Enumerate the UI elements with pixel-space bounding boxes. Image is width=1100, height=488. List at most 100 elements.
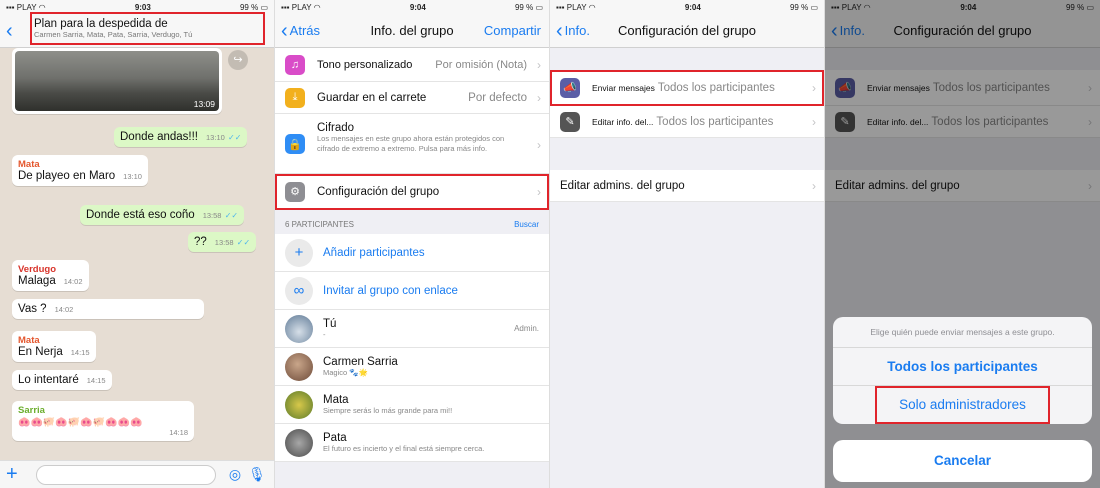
row-group-settings[interactable]: ⚙ Configuración del grupo ›	[275, 174, 549, 210]
chevron-left-icon: ‹	[281, 19, 288, 42]
info-list: ♫ Tono personalizado Por omisión (Nota) …	[275, 48, 549, 488]
message-text: Vas ?	[18, 303, 47, 315]
carrier: ▪▪▪ PLAY ◠	[6, 2, 46, 12]
chevron-left-icon: ‹	[6, 19, 13, 42]
message-out[interactable]: Donde está eso coño 13:58 ✓✓	[80, 205, 245, 225]
chevron-right-icon: ›	[537, 184, 541, 199]
action-sheet-message: Elige quién puede enviar mensajes a este…	[833, 317, 1092, 348]
chevron-right-icon: ›	[537, 57, 541, 72]
microphone-icon[interactable]: 🎙	[246, 466, 268, 483]
plus-icon[interactable]: +	[6, 463, 28, 486]
message-text: Donde andas!!!	[120, 131, 199, 143]
row-label: Guardar en el carrete	[317, 91, 427, 104]
message-in[interactable]: Sarria 🐽🐽🐖🐽🐖🐽🐖🐽🐽🐽 14:18	[12, 401, 194, 441]
row-edit-admins[interactable]: Editar admins. del grupo ›	[550, 170, 824, 202]
settings-list: 📣 Enviar mensajes Todos los participante…	[550, 48, 824, 488]
sender-name: Verdugo	[18, 264, 57, 275]
chevron-left-icon: ‹	[556, 19, 563, 42]
chevron-right-icon: ›	[537, 90, 541, 105]
group-name: Plan para la despedida de	[34, 18, 168, 30]
message-text: Malaga	[18, 275, 56, 287]
photo-message[interactable]: 13:09	[12, 48, 222, 114]
battery: 99 % ▭	[789, 2, 818, 12]
message-text: Lo intentaré	[18, 374, 79, 386]
option-all-participants[interactable]: Todos los participantes	[833, 348, 1092, 386]
row-edit-info[interactable]: ✎ Editar info. del... Todos los particip…	[550, 106, 824, 138]
cancel-button[interactable]: Cancelar	[833, 440, 1092, 482]
row-save-camera-roll[interactable]: ⤓ Guardar en el carrete Por defecto ›	[275, 82, 549, 114]
forward-icon[interactable]: ↪	[228, 50, 248, 70]
double-check-icon: ✓✓	[228, 133, 242, 142]
row-subtitle: Los mensajes en este grupo ahora están p…	[317, 134, 505, 153]
participants-count: 6 PARTICIPANTES	[285, 220, 354, 229]
avatar	[285, 314, 313, 343]
participant-name: Pata	[323, 431, 347, 444]
double-check-icon: ✓✓	[224, 211, 239, 220]
battery: 99 % ▭	[514, 2, 543, 12]
group-header[interactable]: Plan para la despedida de Carmen Sarria,…	[30, 12, 265, 45]
clock: 9:04	[684, 2, 701, 12]
participant-status: Siempre serás lo más grande para mi!!	[323, 405, 453, 415]
message-time: 13:10	[123, 172, 142, 181]
input-bar: + ◎ 🎙	[0, 460, 274, 488]
message-in[interactable]: Mata En Nerja 14:15	[12, 331, 96, 362]
message-time: 14:02	[54, 305, 74, 314]
message-time: 14:18	[169, 428, 188, 437]
lock-icon: 🔒	[285, 134, 305, 154]
chat-screen: ▪▪▪ PLAY ◠ 9:03 99 % ▭ ‹ Plan para la de…	[0, 0, 275, 488]
participant-row[interactable]: Pata El futuro es incierto y el final es…	[275, 424, 549, 462]
row-tone[interactable]: ♫ Tono personalizado Por omisión (Nota) …	[275, 48, 549, 82]
message-in[interactable]: Verdugo Malaga 14:02	[12, 260, 89, 291]
message-time: 13:10	[206, 133, 225, 142]
photo-time: 13:09	[193, 99, 215, 109]
message-in[interactable]: Lo intentaré 14:15	[12, 370, 112, 390]
chevron-right-icon: ›	[812, 114, 816, 129]
add-participants-button[interactable]: + Añadir participantes	[275, 234, 549, 272]
camera-icon[interactable]: ◎	[224, 466, 246, 483]
participant-status: El futuro es incierto y el final está si…	[323, 443, 485, 453]
invite-link-button[interactable]: ∞ Invitar al grupo con enlace	[275, 272, 549, 310]
link-icon: ∞	[285, 276, 313, 305]
participant-row[interactable]: Tú - Admin.	[275, 310, 549, 348]
row-encryption[interactable]: 🔒 Cifrado Los mensajes en este grupo aho…	[275, 114, 549, 174]
back-button[interactable]: ‹	[0, 21, 15, 41]
message-time: 14:15	[86, 376, 106, 385]
row-value: Por omisión (Nota)	[435, 58, 527, 71]
action-sheet: Elige quién puede enviar mensajes a este…	[833, 317, 1092, 424]
avatar	[285, 352, 313, 381]
participant-name: Tú	[323, 317, 337, 330]
message-text: 🐽🐽🐖🐽🐖🐽🐖🐽🐽🐽	[18, 417, 143, 428]
message-in[interactable]: Mata De playeo en Maro 13:10	[12, 155, 148, 186]
message-out[interactable]: ?? 13:58 ✓✓	[188, 232, 257, 252]
row-label: Configuración del grupo	[317, 185, 440, 198]
row-value: Todos los participantes	[657, 81, 775, 94]
participant-row[interactable]: Mata Siempre serás lo más grande para mi…	[275, 386, 549, 424]
participant-row[interactable]: Carmen Sarria Magico 🐾🌟	[275, 348, 549, 386]
message-in[interactable]: Vas ? 14:02	[12, 299, 204, 319]
participant-name: Mata	[323, 393, 349, 406]
beach-photo: 13:09	[15, 51, 219, 111]
send-messages-action-screen: ▪▪▪ PLAY ◠ 9:04 99 % ▭ ‹ Info. Configurac…	[825, 0, 1100, 488]
share-button[interactable]: Compartir	[484, 23, 541, 38]
plus-icon: +	[285, 238, 313, 267]
nav-bar: ‹ Info. Configuración del grupo	[550, 14, 824, 48]
back-button[interactable]: ‹ Info.	[550, 21, 590, 41]
participant-status: -	[323, 329, 326, 339]
message-text: De playeo en Maro	[18, 170, 116, 182]
message-time: 13:58	[202, 211, 222, 220]
row-label: Enviar mensajes	[592, 82, 655, 93]
back-label: Info.	[564, 23, 590, 38]
search-link[interactable]: Buscar	[514, 220, 539, 229]
avatar	[285, 390, 313, 419]
message-text: ??	[194, 236, 207, 248]
row-label: Cifrado	[317, 122, 355, 134]
back-button[interactable]: ‹ Atrás	[275, 21, 320, 41]
message-out[interactable]: Donde andas!!! 13:10 ✓✓	[114, 127, 248, 147]
option-admins-only[interactable]: Solo administradores	[833, 386, 1092, 424]
row-label: Editar info. del...	[592, 116, 654, 127]
message-input[interactable]	[36, 464, 216, 485]
row-send-messages[interactable]: 📣 Enviar mensajes Todos los participante…	[550, 70, 824, 106]
status-bar: ▪▪▪ PLAY ◠ 9:04 99 % ▭	[275, 0, 549, 14]
message-time: 14:02	[63, 277, 83, 286]
chevron-right-icon: ›	[812, 80, 816, 95]
